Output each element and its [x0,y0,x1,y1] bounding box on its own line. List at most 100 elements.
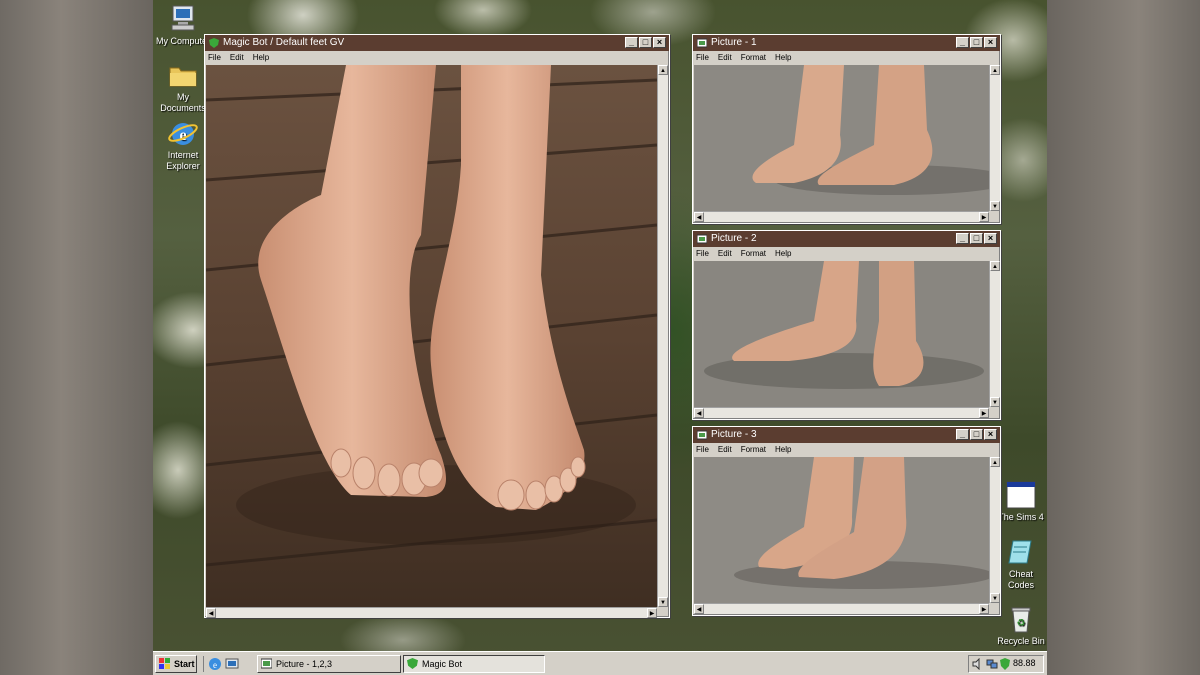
desktop-icon-label: Cheat Codes [1007,569,1034,590]
picture-window-title: Picture - 2 [711,233,757,244]
scroll-down-arrow-icon[interactable]: ▼ [990,397,1000,407]
main-window[interactable]: Magic Bot / Default feet GV _ □ × File E… [204,34,670,618]
internet-explorer-icon: e [167,118,199,148]
menu-file[interactable]: File [208,51,221,64]
picture-window-1-titlebar[interactable]: Picture - 1 _ □ × [693,35,1000,51]
picture-window-title: Picture - 3 [711,429,757,440]
blurred-right-margin [1047,0,1200,675]
desktop-icon-label: My Computer [155,36,210,46]
scroll-down-arrow-icon[interactable]: ▼ [990,593,1000,603]
main-window-menubar: File Edit Help [205,51,669,64]
scroll-right-arrow-icon[interactable]: ▶ [979,408,989,418]
main-window-title: Magic Bot / Default feet GV [223,37,345,48]
shield-app-icon [209,38,219,48]
menu-format[interactable]: Format [741,443,766,456]
close-button[interactable]: × [653,37,666,48]
picture-2-horizontal-scrollbar[interactable]: ◀ ▶ [694,407,989,418]
taskbar-item-pictures[interactable]: Picture - 1,2,3 [257,655,401,673]
menu-format[interactable]: Format [741,247,766,260]
start-label: Start [174,659,195,669]
volume-icon[interactable] [972,658,984,670]
taskbar: Start e Picture - 1,2,3 Magic Bot 88.88 [153,651,1047,675]
desktop-icon-label: My Documents [160,92,206,113]
scroll-left-arrow-icon[interactable]: ◀ [694,604,704,614]
picture-3-image [694,457,989,603]
main-horizontal-scrollbar[interactable]: ◀ ▶ [206,607,657,618]
menu-file[interactable]: File [696,51,709,64]
network-icon[interactable] [986,658,998,670]
menu-help[interactable]: Help [775,443,791,456]
scroll-down-arrow-icon[interactable]: ▼ [990,201,1000,211]
menu-edit[interactable]: Edit [230,51,244,64]
taskbar-item-magic-bot[interactable]: Magic Bot [403,655,545,673]
close-button[interactable]: × [984,429,997,440]
scroll-right-arrow-icon[interactable]: ▶ [647,608,657,618]
picture-3-horizontal-scrollbar[interactable]: ◀ ▶ [694,603,989,614]
scroll-left-arrow-icon[interactable]: ◀ [694,212,704,222]
blurred-left-margin [0,0,153,675]
menu-format[interactable]: Format [741,51,766,64]
clock[interactable]: 88.88 [1013,658,1036,668]
main-window-titlebar[interactable]: Magic Bot / Default feet GV _ □ × [205,35,669,51]
taskbar-separator [203,656,204,672]
menu-help[interactable]: Help [775,51,791,64]
scroll-left-arrow-icon[interactable]: ◀ [694,408,704,418]
picture-icon [261,658,272,669]
maximize-button[interactable]: □ [639,37,652,48]
quicklaunch-internet-explorer-icon[interactable]: e [208,657,222,671]
scroll-down-arrow-icon[interactable]: ▼ [658,597,668,607]
start-button[interactable]: Start [155,655,197,673]
picture-window-1-menubar: File Edit Format Help [693,51,1000,64]
shield-app-icon [407,658,418,669]
maximize-button[interactable]: □ [970,233,983,244]
picture-window-2[interactable]: Picture - 2 _ □ × File Edit Format Help … [692,230,1001,420]
scroll-left-arrow-icon[interactable]: ◀ [206,608,216,618]
svg-text:e: e [213,660,217,670]
taskbar-item-label: Picture - 1,2,3 [276,659,333,669]
maximize-button[interactable]: □ [970,37,983,48]
picture-window-3[interactable]: Picture - 3 _ □ × File Edit Format Help … [692,426,1001,616]
minimize-button[interactable]: _ [956,429,969,440]
minimize-button[interactable]: _ [956,37,969,48]
picture-window-3-menubar: File Edit Format Help [693,443,1000,456]
recycle-bin-icon: ♻ [1005,604,1037,634]
picture-1-vertical-scrollbar[interactable]: ▲ ▼ [989,65,1000,211]
close-button[interactable]: × [984,233,997,244]
minimize-button[interactable]: _ [625,37,638,48]
scroll-up-arrow-icon[interactable]: ▲ [990,457,1000,467]
desktop-icon-label: Internet Explorer [166,150,200,171]
picture-icon [697,234,707,244]
maximize-button[interactable]: □ [970,429,983,440]
menu-edit[interactable]: Edit [718,443,732,456]
scroll-up-arrow-icon[interactable]: ▲ [990,261,1000,271]
main-image-feet-on-wood [206,65,657,607]
picture-window-3-titlebar[interactable]: Picture - 3 _ □ × [693,427,1000,443]
quicklaunch-desktop-icon[interactable] [225,657,239,671]
desktop: My Computer My Documents e Internet Expl… [153,0,1047,675]
picture-3-vertical-scrollbar[interactable]: ▲ ▼ [989,457,1000,603]
scroll-up-arrow-icon[interactable]: ▲ [990,65,1000,75]
scroll-up-arrow-icon[interactable]: ▲ [658,65,668,75]
shield-tray-icon[interactable] [1000,658,1010,670]
picture-icon [697,38,707,48]
picture-window-2-titlebar[interactable]: Picture - 2 _ □ × [693,231,1000,247]
menu-edit[interactable]: Edit [718,247,732,260]
menu-file[interactable]: File [696,443,709,456]
scroll-right-arrow-icon[interactable]: ▶ [979,212,989,222]
minimize-button[interactable]: _ [956,233,969,244]
picture-2-image [694,261,989,407]
menu-help[interactable]: Help [253,51,269,64]
picture-2-vertical-scrollbar[interactable]: ▲ ▼ [989,261,1000,407]
picture-window-1[interactable]: Picture - 1 _ □ × File Edit Format Help … [692,34,1001,224]
close-button[interactable]: × [984,37,997,48]
menu-file[interactable]: File [696,247,709,260]
menu-help[interactable]: Help [775,247,791,260]
picture-window-title: Picture - 1 [711,37,757,48]
menu-edit[interactable]: Edit [718,51,732,64]
main-vertical-scrollbar[interactable]: ▲ ▼ [657,65,668,607]
desktop-icon-label: The Sims 4 [998,512,1044,522]
picture-icon [697,430,707,440]
picture-1-horizontal-scrollbar[interactable]: ◀ ▶ [694,211,989,222]
taskbar-item-label: Magic Bot [422,659,463,669]
scroll-right-arrow-icon[interactable]: ▶ [979,604,989,614]
